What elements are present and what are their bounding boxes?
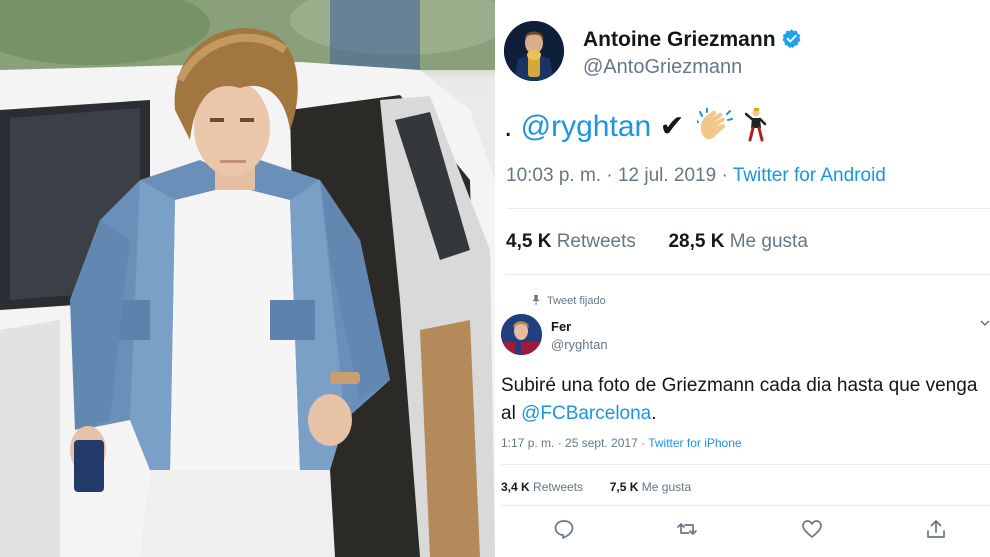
avatar-image: [504, 21, 564, 81]
share-icon[interactable]: [925, 518, 947, 540]
pinned-retweets-count[interactable]: 3,4 K: [501, 480, 530, 494]
pinned-tweet-label: Tweet fijado: [531, 295, 606, 307]
retweets-label[interactable]: Retweets: [557, 231, 636, 252]
retweet-icon[interactable]: [676, 518, 698, 540]
avatar-image: [501, 314, 542, 355]
check-mark-emoji: ✔: [651, 110, 685, 143]
divider: [506, 208, 990, 209]
clapping-hands-emoji: [697, 108, 734, 140]
likes-count[interactable]: 28,5 K: [668, 231, 724, 252]
pin-icon: [532, 295, 540, 305]
man-dancing-emoji: [745, 108, 767, 142]
pinned-author-handle[interactable]: @ryghtan: [551, 337, 608, 352]
reply-icon[interactable]: [553, 518, 575, 540]
author-name[interactable]: Antoine Griezmann: [583, 28, 802, 52]
pinned-author-avatar[interactable]: [501, 314, 542, 355]
player-photo: [0, 0, 495, 557]
retweets-count[interactable]: 4,5 K: [506, 231, 551, 252]
pinned-tweet-timestamp: 1:17 p. m. · 25 sept. 2017 · Twitter for…: [501, 436, 742, 450]
pinned-author-name[interactable]: Fer: [551, 319, 571, 334]
pinned-source-link[interactable]: Twitter for iPhone: [648, 436, 741, 450]
author-handle[interactable]: @AntoGriezmann: [583, 56, 742, 79]
pinned-tweet-text: Subiré una foto de Griezmann cada dia ha…: [501, 372, 987, 428]
main-tweet: Antoine Griezmann @AntoGriezmann . @rygh…: [495, 0, 990, 290]
divider: [506, 274, 990, 275]
pinned-tweet-stats: 3,4 K Retweets 7,5 K Me gusta: [501, 480, 691, 494]
like-icon[interactable]: [801, 518, 823, 540]
tweet-text-prefix: .: [504, 110, 521, 143]
pinned-timestamp-text[interactable]: 1:17 p. m. · 25 sept. 2017 ·: [501, 436, 648, 450]
tweet-text: . @ryghtan ✔: [504, 108, 767, 144]
author-avatar[interactable]: [504, 21, 564, 81]
chevron-down-icon[interactable]: [980, 318, 990, 328]
pinned-text-suffix: .: [651, 403, 657, 424]
divider: [501, 464, 990, 465]
timestamp-text[interactable]: 10:03 p. m. · 12 jul. 2019 ·: [506, 165, 733, 186]
likes-label[interactable]: Me gusta: [730, 231, 808, 252]
tweet-stats: 4,5 K Retweets 28,5 K Me gusta: [506, 231, 808, 253]
pinned-mention-link[interactable]: @FCBarcelona: [521, 403, 651, 424]
tweet-timestamp: 10:03 p. m. · 12 jul. 2019 · Twitter for…: [506, 165, 886, 187]
tweet-panel: Antoine Griezmann @AntoGriezmann . @rygh…: [495, 0, 990, 557]
pinned-label-text: Tweet fijado: [547, 295, 606, 307]
divider: [501, 505, 990, 506]
tweet-actions: [553, 518, 953, 540]
pinned-likes-label[interactable]: Me gusta: [642, 480, 691, 494]
tweet-mention-link[interactable]: @ryghtan: [521, 110, 652, 143]
photo-illustration: [0, 0, 495, 557]
pinned-likes-count[interactable]: 7,5 K: [610, 480, 639, 494]
pinned-retweets-label[interactable]: Retweets: [533, 480, 583, 494]
verified-badge-icon: [781, 29, 800, 48]
author-name-text[interactable]: Antoine Griezmann: [583, 28, 776, 51]
tweet-source-link[interactable]: Twitter for Android: [733, 165, 886, 186]
